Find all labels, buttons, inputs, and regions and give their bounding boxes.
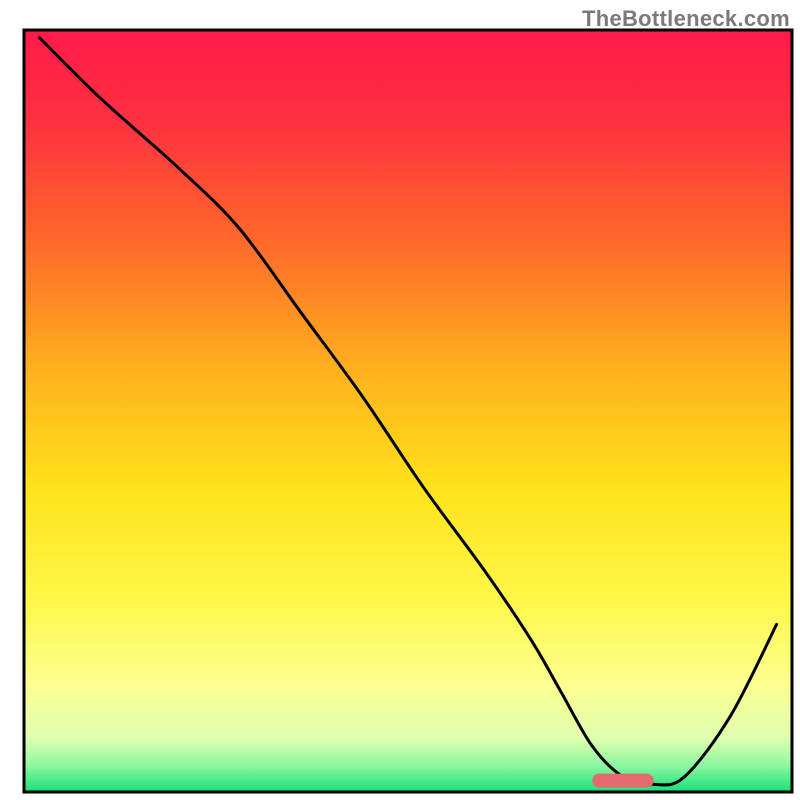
chart-frame: TheBottleneck.com xyxy=(0,0,800,800)
watermark-label: TheBottleneck.com xyxy=(582,6,790,32)
optimum-marker xyxy=(592,774,653,788)
plot-background xyxy=(24,30,792,792)
bottleneck-chart xyxy=(0,0,800,800)
